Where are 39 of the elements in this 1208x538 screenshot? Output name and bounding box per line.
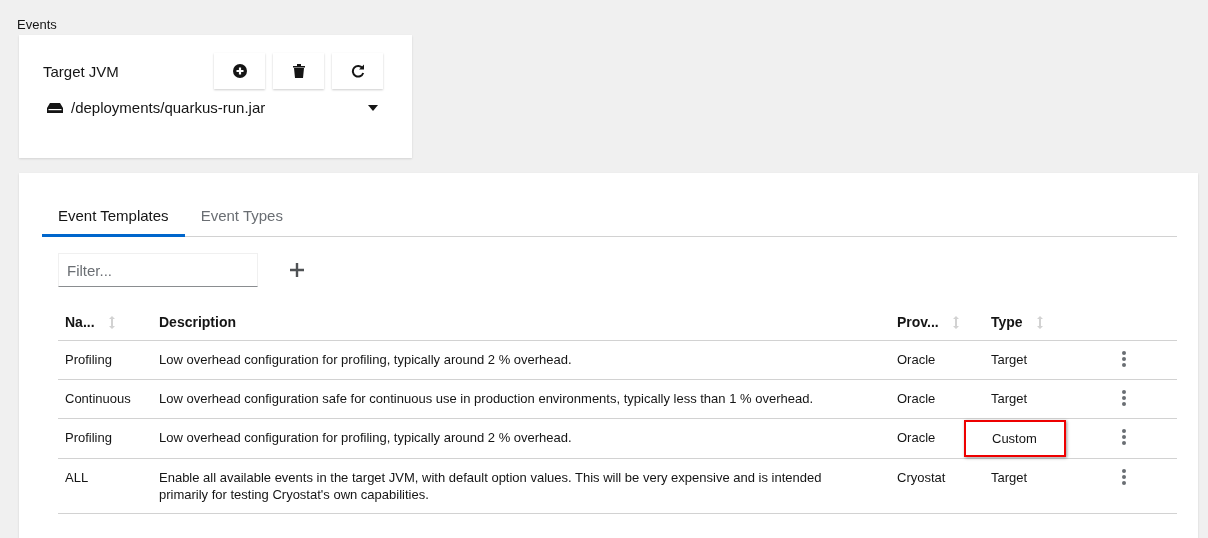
trash-icon: [292, 64, 305, 78]
kebab-menu-icon[interactable]: [1122, 390, 1126, 406]
kebab-menu-icon[interactable]: [1122, 351, 1126, 367]
kebab-menu-icon[interactable]: [1122, 469, 1126, 485]
column-header[interactable]: Description: [159, 314, 236, 330]
table-cell: Cryostat: [897, 470, 946, 485]
table-cell: Oracle: [897, 430, 936, 445]
plus-circle-icon: [232, 64, 247, 78]
table-cell: Profiling: [65, 430, 112, 445]
add-icon[interactable]: [290, 263, 304, 277]
tab[interactable]: Event Templates: [42, 205, 185, 237]
table-cell: Target: [991, 470, 1028, 485]
table-cell: Continuous: [65, 391, 131, 406]
column-header[interactable]: Type: [991, 314, 1023, 330]
jvm-select[interactable]: /deployments/quarkus-run.jar: [43, 99, 378, 116]
highlight-frame: Custom: [964, 420, 1066, 457]
server-icon: [47, 102, 63, 113]
table-cell: Target: [991, 391, 1028, 406]
column-header[interactable]: Prov...: [897, 314, 939, 330]
filter-field[interactable]: Filter...: [58, 253, 258, 287]
target-label: Target JVM: [43, 62, 119, 80]
table-cell: Low overhead configuration for profiling, typically around 2 % overhead.: [159, 430, 572, 445]
kebab-menu-icon[interactable]: [1122, 429, 1126, 445]
delete-button[interactable]: [273, 53, 324, 89]
table-cell: Low overhead configuration for profiling, typically around 2 % overhead.: [159, 352, 572, 367]
page-title: Events: [17, 17, 58, 32]
table-cell: Enable all available events in the target JVM, with default option values. This will be very expensive and is intended primarily for testing Cryostat's own capabilities.: [159, 470, 822, 502]
table-cell: Profiling: [65, 352, 112, 367]
table-cell: Oracle: [897, 352, 936, 367]
table-cell: ALL: [65, 470, 89, 485]
add-button[interactable]: [214, 53, 265, 89]
column-header[interactable]: Na...: [65, 314, 95, 330]
table-cell: Low overhead configuration safe for continuous use in production environments, typically less than 1 % overhead.: [159, 391, 813, 406]
refresh-icon: [350, 64, 365, 78]
table-cell: Oracle: [897, 391, 936, 406]
table-cell: Target: [991, 352, 1028, 367]
caret-icon: [368, 104, 378, 111]
tab[interactable]: Event Types: [184, 205, 299, 237]
refresh-button[interactable]: [332, 53, 383, 89]
